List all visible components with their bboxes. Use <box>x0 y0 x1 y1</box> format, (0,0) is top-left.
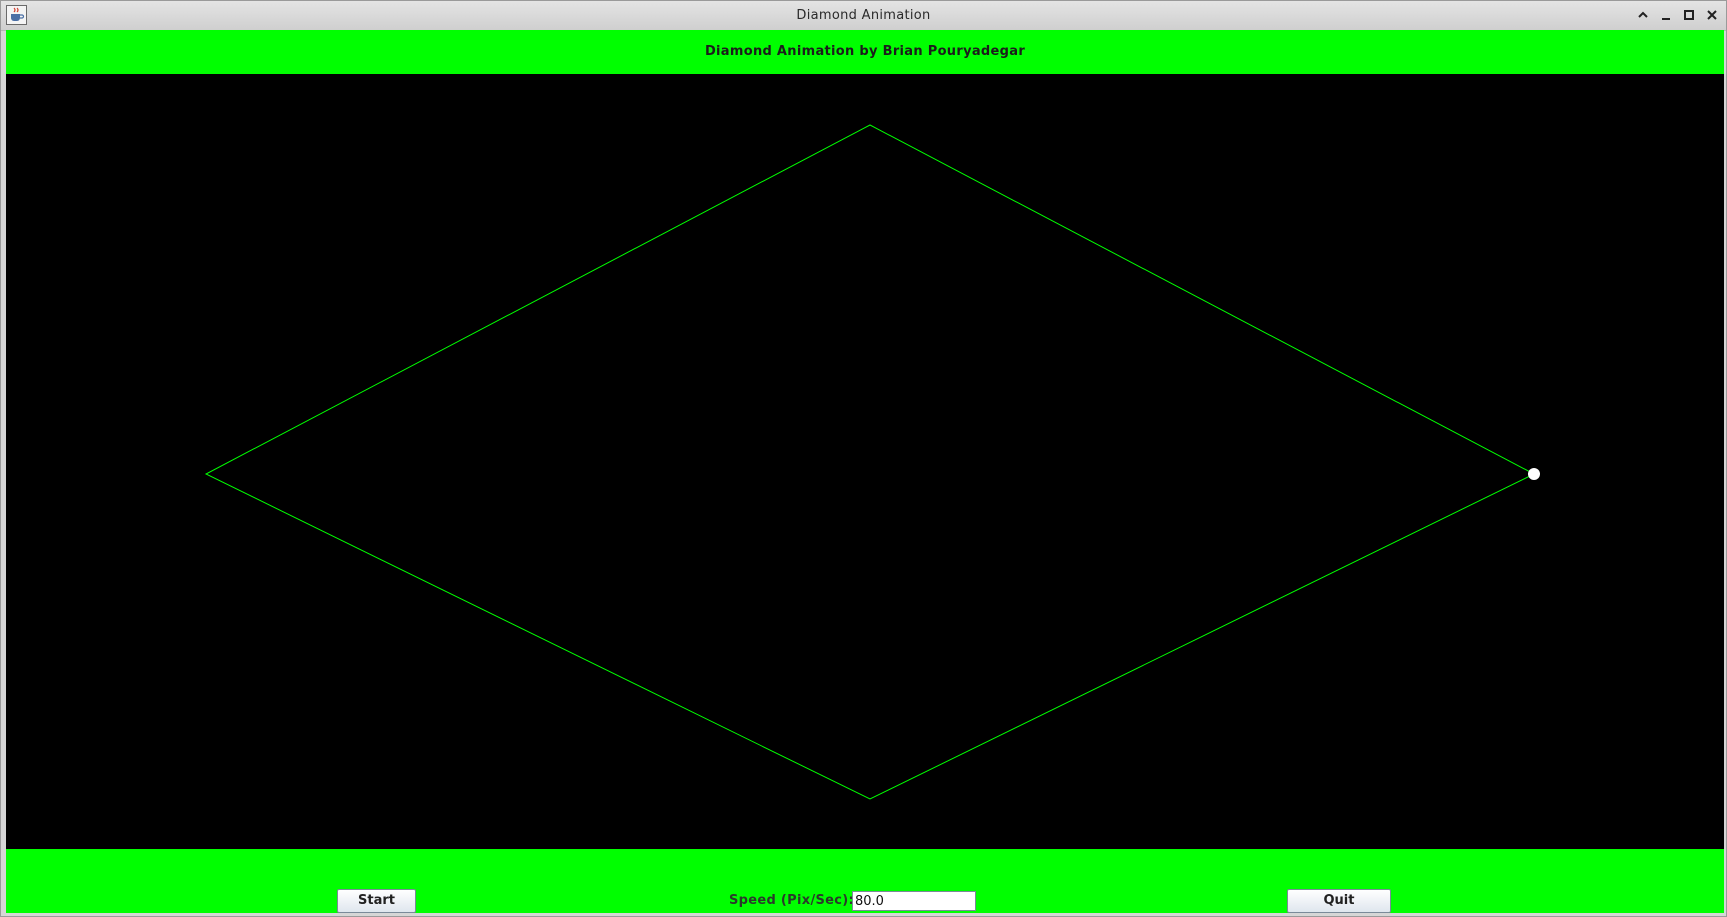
diamond-path <box>204 124 1536 800</box>
speed-input[interactable] <box>852 891 976 911</box>
roll-up-icon[interactable] <box>1635 7 1651 23</box>
window-title: Diamond Animation <box>796 8 931 23</box>
start-button[interactable]: Start <box>337 889 416 913</box>
speed-label: Speed (Pix/Sec): <box>729 893 855 908</box>
control-panel: Start Speed (Pix/Sec): Quit <box>6 849 1724 913</box>
title-bar[interactable]: Diamond Animation <box>1 1 1726 31</box>
close-icon[interactable] <box>1704 7 1720 23</box>
header-title: Diamond Animation by Brian Pouryadegar <box>704 44 1026 59</box>
header-panel: Diamond Animation by Brian Pouryadegar <box>6 30 1724 74</box>
animation-canvas <box>6 74 1724 849</box>
quit-button[interactable]: Quit <box>1287 889 1391 913</box>
minimize-icon[interactable] <box>1658 7 1674 23</box>
content-pane: Diamond Animation by Brian Pouryadegar S… <box>6 30 1724 915</box>
maximize-icon[interactable] <box>1681 7 1697 23</box>
moving-ball <box>1528 468 1540 480</box>
app-window: Diamond Animation Diamond Animation by B… <box>0 0 1727 917</box>
